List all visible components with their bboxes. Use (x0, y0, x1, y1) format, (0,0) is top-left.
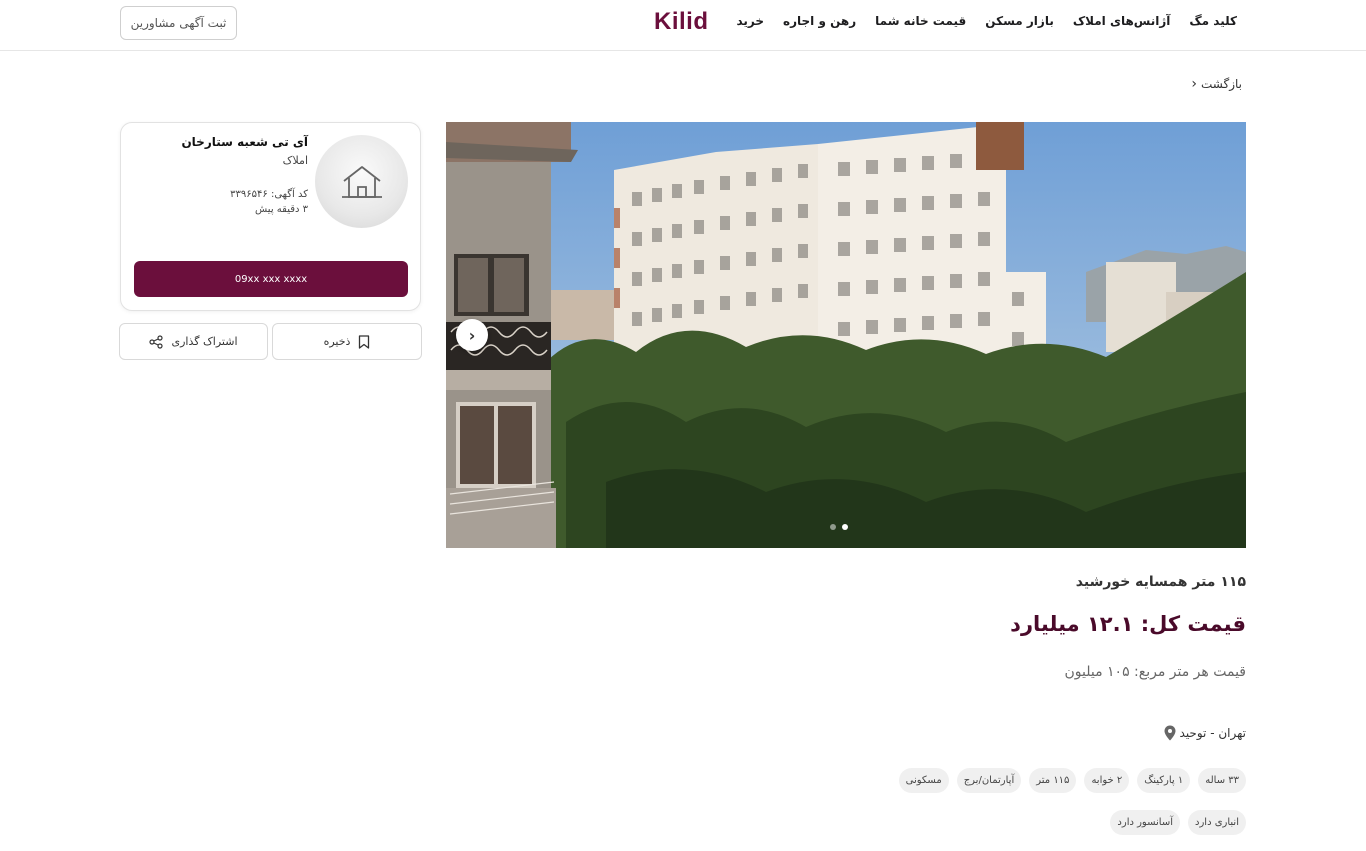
listing-code: کد آگهی: ۳۳۹۶۵۴۶ (230, 189, 308, 200)
nav-agencies[interactable]: آژانس‌های املاک (1073, 14, 1171, 28)
gallery-dots (830, 524, 848, 530)
nav-home-price[interactable]: قیمت خانه شما (875, 14, 966, 28)
agent-card: آی تی شعبه ستارخان املاک کد آگهی: ۳۳۹۶۵۴… (120, 122, 421, 311)
gallery-dot-active[interactable] (842, 524, 848, 530)
register-agent-listing-button[interactable]: ثبت آگهی مشاورین (120, 6, 237, 40)
agent-type: املاک (282, 154, 308, 167)
location-pin-icon (1164, 725, 1176, 741)
tag-storage: انباری دارد (1188, 810, 1246, 835)
nav-rent[interactable]: رهن و اجاره (783, 14, 856, 28)
listing-time: ۳ دقیقه پیش (255, 204, 308, 215)
listing-title: ۱۱۵ متر همسایه خورشید (1075, 574, 1246, 590)
phone-button[interactable]: 09xx xxx xxxx (134, 261, 408, 297)
tag-elevator: آسانسور دارد (1110, 810, 1181, 835)
amenity-tags: آسانسور دارد انباری دارد (1110, 810, 1246, 835)
agent-info: آی تی شعبه ستارخان املاک کد آگهی: ۳۳۹۶۵۴… (181, 135, 308, 215)
house-icon (341, 165, 382, 198)
chevron-right-icon: › (468, 325, 476, 345)
back-label: بازگشت (1201, 77, 1242, 91)
share-icon (149, 334, 164, 349)
nav-housing-market[interactable]: بازار مسکن (985, 14, 1054, 28)
tag-age: ۳۳ ساله (1198, 768, 1246, 793)
location: تهران - توحید (1164, 725, 1246, 741)
share-label: اشتراک گذاری (171, 335, 238, 348)
gallery-dot[interactable] (830, 524, 836, 530)
tag-bedrooms: ۲ خوابه (1084, 768, 1130, 793)
nav-buy[interactable]: خرید (736, 14, 764, 28)
price-per-meter: قیمت هر متر مربع: ۱۰۵ میلیون (1064, 664, 1246, 680)
save-label: ذخیره (323, 335, 351, 348)
bookmark-icon (359, 334, 370, 349)
agent-name[interactable]: آی تی شعبه ستارخان (181, 135, 308, 149)
agency-avatar (315, 135, 408, 228)
back-link[interactable]: ‹ بازگشت (1191, 76, 1242, 92)
location-text: تهران - توحید (1179, 726, 1246, 740)
photo-gallery[interactable]: › (446, 122, 1246, 548)
tag-usage: مسکونی (898, 768, 949, 793)
chevron-left-icon: ‹ (1191, 76, 1197, 92)
share-button[interactable]: اشتراک گذاری (119, 323, 268, 360)
main-nav: خرید رهن و اجاره قیمت خانه شما بازار مسک… (736, 14, 1237, 28)
total-price: قیمت کل: ۱۲.۱ میلیارد (1010, 612, 1246, 636)
listing-photo (446, 122, 1246, 548)
feature-tags: مسکونی آپارتمان/برج ۱۱۵ متر ۲ خوابه ۱ پا… (898, 768, 1246, 793)
gallery-next-button[interactable]: › (456, 319, 488, 351)
tag-area: ۱۱۵ متر (1029, 768, 1077, 793)
tag-property-type: آپارتمان/برج (956, 768, 1022, 793)
site-logo[interactable]: Kilid (654, 8, 709, 36)
tag-parking: ۱ پارکینگ (1137, 768, 1191, 793)
nav-mag[interactable]: کلید مگ (1189, 14, 1237, 28)
site-header: خرید رهن و اجاره قیمت خانه شما بازار مسک… (0, 0, 1366, 51)
save-button[interactable]: ذخیره (272, 323, 422, 360)
